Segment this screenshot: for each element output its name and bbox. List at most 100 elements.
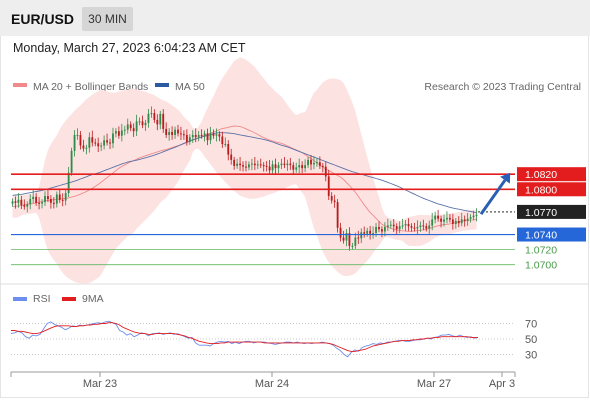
candle-body (115, 131, 117, 134)
candle-body (109, 142, 111, 144)
candle-body (91, 137, 94, 143)
candle-body (280, 163, 283, 166)
candle-body (197, 134, 200, 138)
candle-body (342, 237, 345, 241)
candle-body (233, 159, 236, 166)
candle-body (239, 163, 241, 166)
candle-body (47, 196, 49, 200)
candle-body (268, 166, 271, 171)
candle-body (64, 193, 67, 201)
candle-body (265, 165, 268, 167)
candle-body (454, 220, 457, 224)
candle-body (443, 219, 445, 222)
candle-body (271, 164, 274, 171)
candle-body (76, 134, 79, 136)
x-tick-label: Apr 3 (489, 378, 515, 390)
candle-body (85, 147, 88, 149)
candle-body (339, 227, 342, 238)
candle-body (330, 196, 333, 201)
candle-body (52, 202, 55, 204)
candle-body (11, 201, 14, 204)
candle-body (245, 166, 247, 168)
candle-body (236, 163, 239, 166)
candle-body (469, 217, 472, 219)
rsi-tick-label: 30 (525, 350, 537, 362)
candle-body (419, 225, 422, 227)
candle-body (29, 199, 32, 205)
candle-body (310, 159, 312, 165)
candle-body (94, 142, 97, 144)
rsi-tick-label: 70 (525, 319, 537, 331)
candle-body (307, 159, 309, 166)
candle-body (221, 136, 224, 145)
candle-body (292, 165, 295, 170)
candle-body (259, 164, 262, 166)
candle-body (301, 165, 304, 169)
candle-body (153, 113, 156, 120)
ma50-legend-swatch (155, 83, 169, 87)
candle-body (286, 163, 289, 166)
candle-body (360, 232, 363, 239)
candle-body (44, 196, 46, 203)
candle-body (41, 202, 43, 204)
x-tick-label: Mar 23 (83, 378, 117, 390)
current-price-label: 1.0770 (525, 207, 557, 219)
candle-body (203, 133, 206, 136)
candle-body (475, 214, 478, 216)
candle-body (253, 163, 256, 166)
candle-body (141, 121, 144, 126)
candle-body (463, 219, 466, 221)
candle-body (123, 129, 126, 131)
candle-body (422, 225, 425, 227)
candle-body (14, 201, 17, 203)
rsi-pane: 70 50 30 (10, 319, 537, 362)
rsi-ma-legend-swatch (62, 297, 76, 301)
candle-body (103, 140, 106, 146)
candle-body (79, 134, 82, 146)
candle-body (171, 131, 174, 135)
candle-body (49, 199, 52, 203)
candle-body (466, 218, 469, 221)
candle-body (120, 130, 123, 136)
candle-body (460, 219, 463, 224)
candle-body (354, 237, 357, 246)
resistance-label: 1.0820 (525, 169, 557, 181)
candle-body (440, 218, 442, 222)
candle-body (398, 226, 401, 230)
candle-body (410, 226, 413, 228)
candle-body (404, 223, 407, 226)
candle-body (159, 113, 162, 125)
candle-body (428, 225, 431, 229)
candle-body (106, 140, 108, 143)
candle-body (369, 230, 372, 234)
candle-body (248, 164, 250, 168)
candle-body (295, 167, 298, 170)
ma50-legend-label: MA 50 (175, 81, 205, 93)
copyright-label: Research © 2023 Trading Central (424, 81, 581, 93)
rsi-ma-legend-label: 9MA (82, 293, 104, 305)
candle-body (327, 176, 330, 197)
candle-body (209, 133, 212, 141)
resistance-label: 1.0800 (525, 184, 557, 196)
candle-body (23, 205, 26, 207)
candle-body (392, 224, 395, 227)
rsi-legend-label: RSI (33, 293, 51, 305)
candle-body (321, 165, 324, 167)
candle-body (35, 196, 38, 203)
candle-body (381, 229, 383, 232)
candle-body (32, 196, 35, 200)
candle-body (126, 124, 129, 130)
candle-body (224, 144, 227, 146)
candle-body (283, 163, 286, 166)
candle-body (378, 226, 380, 230)
candle-body (375, 226, 377, 234)
rsi-legend-swatch (13, 297, 27, 301)
candle-body (336, 202, 339, 228)
projection-arrow-shaft (479, 179, 507, 216)
candle-body (383, 226, 386, 232)
candle (336, 199, 339, 233)
candle-body (174, 129, 176, 135)
candle-body (138, 121, 141, 123)
x-tick-label: Mar 27 (417, 378, 451, 390)
candle-body (407, 223, 410, 227)
